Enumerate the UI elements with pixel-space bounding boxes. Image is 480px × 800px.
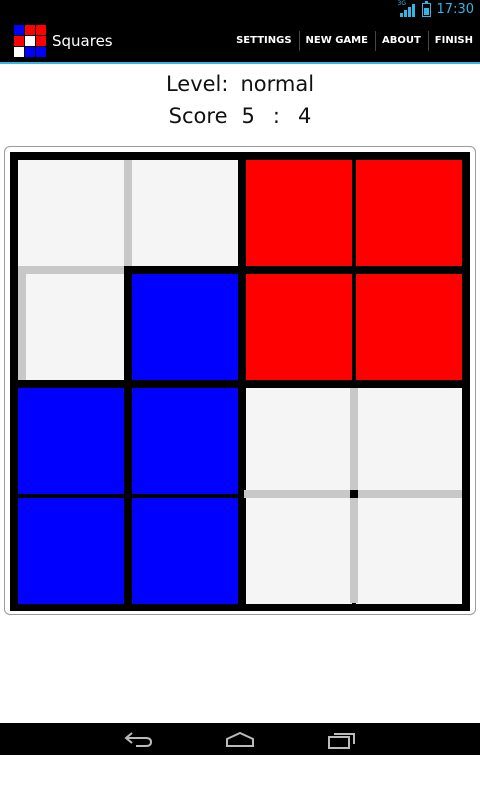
board-cell-white[interactable] (18, 274, 124, 380)
network-type: 3G (397, 0, 406, 7)
finish-button[interactable]: FINISH (427, 20, 480, 62)
score-display: Score 5:4 (0, 104, 480, 128)
board-cell-red[interactable] (246, 274, 352, 380)
score-player-a: 5 (241, 104, 255, 128)
navigation-bar (0, 723, 480, 755)
level-label: Level: (165, 72, 229, 96)
score-separator: : (272, 104, 280, 128)
new-game-button[interactable]: NEW GAME (298, 20, 375, 62)
grid-line (18, 266, 124, 274)
grid-line (18, 274, 26, 380)
settings-button[interactable]: SETTINGS (229, 20, 298, 62)
action-menu: SETTINGS NEW GAME ABOUT FINISH (229, 20, 480, 62)
board-cell-red[interactable] (356, 274, 462, 380)
score-player-b: 4 (297, 104, 312, 128)
about-button[interactable]: ABOUT (374, 20, 428, 62)
app-title: Squares (52, 32, 113, 50)
board-cell-blue[interactable] (132, 498, 238, 604)
board-cell-red[interactable] (246, 160, 352, 266)
board-cell-blue[interactable] (18, 498, 124, 604)
signal-icon: 3G (397, 0, 416, 17)
empty-area (0, 633, 480, 719)
game-board[interactable] (10, 152, 470, 611)
home-icon[interactable] (224, 731, 256, 749)
squares-logo-icon (12, 23, 48, 59)
board-cell-blue[interactable] (132, 274, 238, 380)
bottom-area (0, 755, 480, 800)
board-cell-white[interactable] (356, 498, 462, 604)
recent-apps-icon[interactable] (326, 731, 358, 749)
board-cell-blue[interactable] (132, 388, 238, 494)
status-bar: 3G 17:30 (0, 0, 480, 20)
score-label: Score (168, 104, 228, 128)
board-cell-white[interactable] (18, 160, 124, 266)
status-icons: 3G 17:30 (397, 0, 474, 17)
level-value: normal (240, 72, 315, 96)
action-bar: Squares SETTINGS NEW GAME ABOUT FINISH (0, 20, 480, 64)
board-cell-red[interactable] (356, 160, 462, 266)
board-cell-white[interactable] (246, 388, 352, 494)
battery-icon (421, 0, 431, 17)
board-cell-blue[interactable] (18, 388, 124, 494)
board-cell-white[interactable] (132, 160, 238, 266)
grid-dot (350, 490, 358, 498)
status-time: 17:30 (436, 2, 474, 17)
back-icon[interactable] (122, 731, 154, 749)
grid-line (124, 160, 132, 266)
level-display: Level: normal (0, 72, 480, 96)
board-cell-white[interactable] (356, 388, 462, 494)
board-cell-white[interactable] (246, 498, 352, 604)
